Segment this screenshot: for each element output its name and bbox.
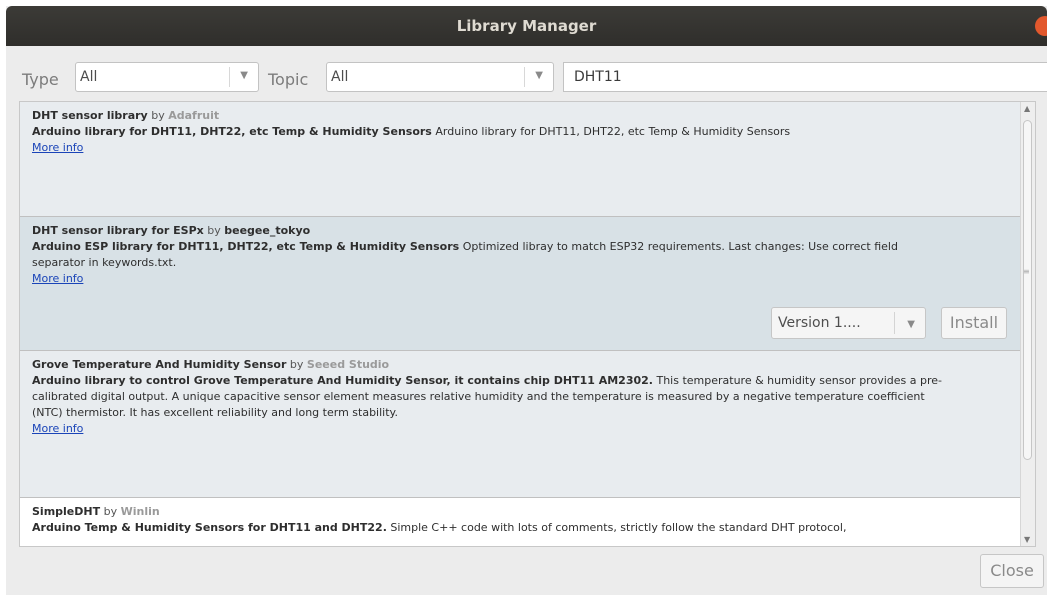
- by-label: by: [289, 358, 304, 371]
- library-paragraph: Simple C++ code with lots of comments, s…: [390, 521, 847, 534]
- library-paragraph: Arduino library for DHT11, DHT22, etc Te…: [435, 125, 791, 138]
- library-description: Arduino ESP library for DHT11, DHT22, et…: [32, 239, 1032, 271]
- search-value: DHT11: [574, 69, 622, 85]
- topic-value: All: [331, 69, 349, 85]
- library-author: Winlin: [120, 505, 160, 518]
- library-name: DHT sensor library: [32, 109, 148, 122]
- scroll-down-icon[interactable]: ▼: [1024, 535, 1030, 544]
- library-description: Arduino library to control Grove Tempera…: [32, 373, 1032, 421]
- version-value: Version 1....: [778, 315, 861, 331]
- chevron-down-icon: ▼: [907, 319, 915, 330]
- dropdown-separator: [229, 67, 230, 87]
- by-label: by: [207, 224, 221, 237]
- more-info-link[interactable]: More info: [32, 421, 83, 437]
- grip-icon: ≡: [1023, 267, 1030, 276]
- close-button[interactable]: Close: [980, 554, 1044, 588]
- type-dropdown[interactable]: All ▼: [75, 62, 259, 92]
- library-description: Arduino Temp & Humidity Sensors for DHT1…: [32, 520, 1032, 536]
- chevron-down-icon: ▼: [240, 70, 248, 81]
- by-label: by: [151, 109, 165, 122]
- library-name: SimpleDHT: [32, 505, 101, 518]
- library-sentence: Arduino library for DHT11, DHT22, etc Te…: [32, 125, 432, 138]
- library-author: Adafruit: [168, 109, 220, 122]
- library-entry[interactable]: DHT sensor library for ESPx by beegee_to…: [20, 217, 1032, 351]
- more-info-link[interactable]: More info: [32, 140, 83, 156]
- version-select[interactable]: Version 1.... ▼: [771, 307, 926, 339]
- search-input[interactable]: DHT11: [563, 62, 1047, 92]
- type-value: All: [80, 69, 98, 85]
- library-sentence: Arduino library to control Grove Tempera…: [32, 374, 653, 387]
- scrollbar-thumb[interactable]: [1023, 120, 1032, 460]
- library-entry[interactable]: DHT sensor library by Adafruit Arduino l…: [20, 102, 1032, 217]
- more-info-link[interactable]: More info: [32, 271, 83, 287]
- dropdown-separator: [894, 312, 895, 334]
- library-list[interactable]: DHT sensor library by Adafruit Arduino l…: [19, 101, 1036, 547]
- type-label: Type: [22, 70, 59, 89]
- title-bar[interactable]: Library Manager: [6, 6, 1047, 46]
- library-name: Grove Temperature And Humidity Sensor: [32, 358, 287, 371]
- topic-dropdown[interactable]: All ▼: [326, 62, 554, 92]
- library-description: Arduino library for DHT11, DHT22, etc Te…: [32, 124, 1032, 140]
- scroll-up-icon[interactable]: ▲: [1024, 104, 1030, 113]
- filter-bar: Type All ▼ Topic All ▼ DHT11: [6, 46, 1047, 102]
- install-button[interactable]: Install: [941, 307, 1007, 339]
- chevron-down-icon: ▼: [535, 70, 543, 81]
- topic-label: Topic: [268, 70, 309, 89]
- library-sentence: Arduino Temp & Humidity Sensors for DHT1…: [32, 521, 387, 534]
- library-entry[interactable]: SimpleDHT by Winlin Arduino Temp & Humid…: [20, 498, 1032, 546]
- dropdown-separator: [524, 67, 525, 87]
- library-manager-window: Library Manager Type All ▼ Topic All ▼ D…: [6, 6, 1047, 595]
- library-sentence: Arduino ESP library for DHT11, DHT22, et…: [32, 240, 460, 253]
- library-entry[interactable]: Grove Temperature And Humidity Sensor by…: [20, 351, 1032, 498]
- library-author: beegee_tokyo: [224, 224, 311, 237]
- vertical-scrollbar[interactable]: ▲ ≡ ▼: [1020, 102, 1035, 546]
- window-title: Library Manager: [456, 17, 597, 35]
- by-label: by: [103, 505, 118, 518]
- library-name: DHT sensor library for ESPx: [32, 224, 204, 237]
- library-author: Seeed Studio: [306, 358, 390, 371]
